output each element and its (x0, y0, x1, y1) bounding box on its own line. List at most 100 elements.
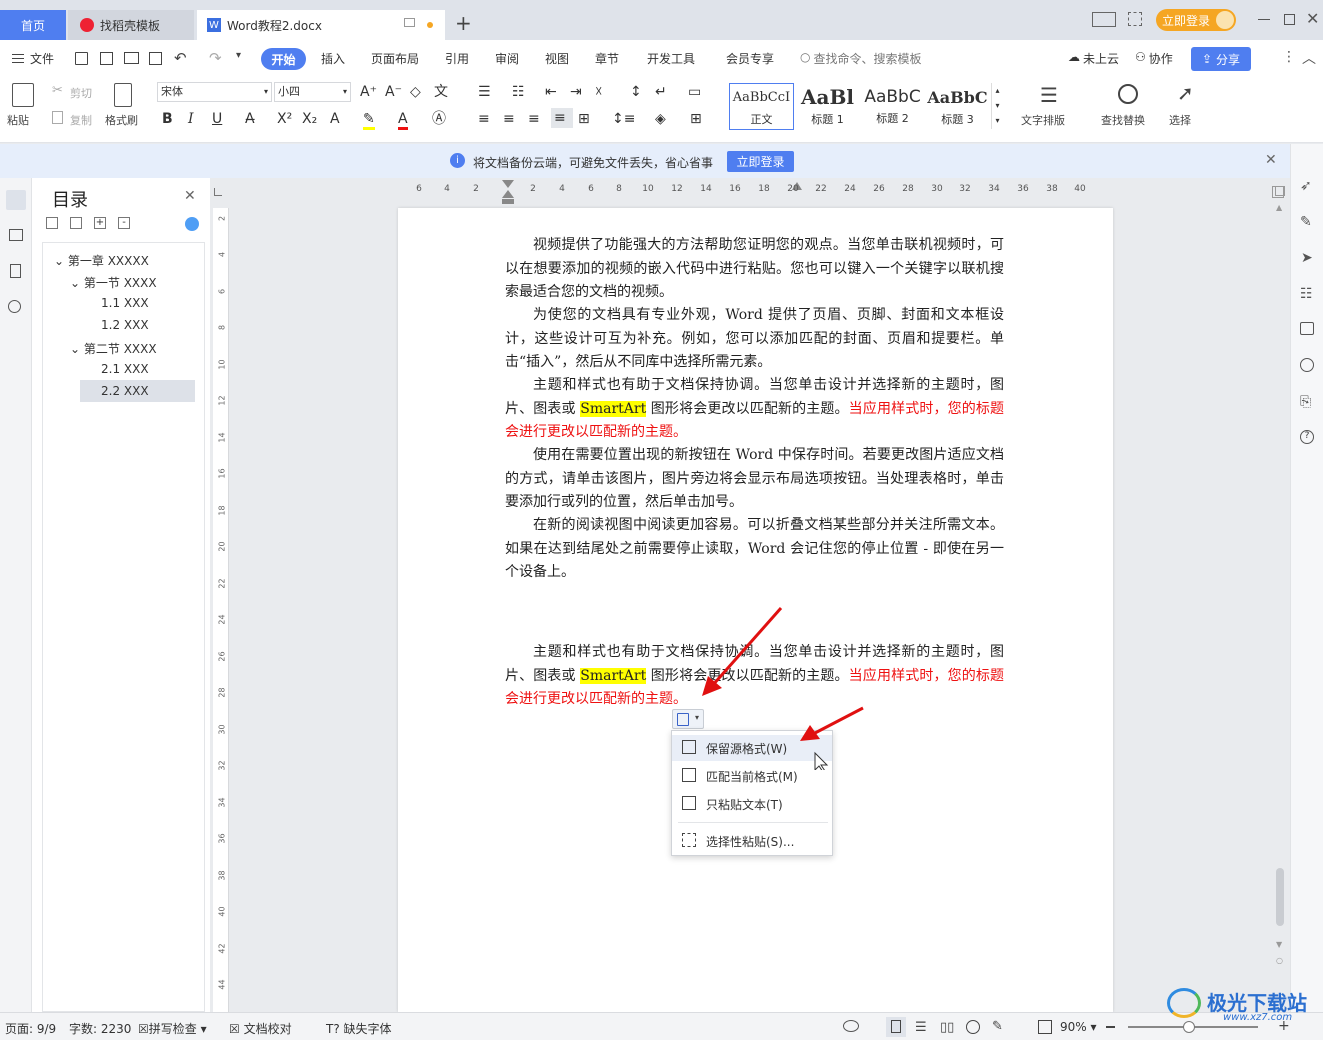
translate-icon[interactable] (1300, 358, 1314, 372)
line-spacing-icon[interactable]: ↕≡ (612, 111, 635, 127)
align-left-icon[interactable]: ≡ (478, 111, 490, 127)
show-marks-icon[interactable]: ↵ (655, 84, 667, 100)
style-heading2[interactable]: AaBbC 标题 2 (860, 83, 925, 130)
search-command[interactable]: ○ 查找命令、搜索模板 (800, 50, 922, 67)
style-normal[interactable]: AaBbCcI 正文 (729, 83, 794, 130)
tab-stop-icon[interactable]: ▭ (688, 84, 701, 100)
style-scroll-icon[interactable]: ▴ ▾ ▾ (991, 83, 1003, 129)
customize-icon[interactable]: ▾ (236, 50, 241, 61)
shading-icon[interactable]: ◈ (655, 111, 666, 127)
tab-home[interactable]: 首页 (0, 10, 66, 40)
clear-format-icon[interactable]: ◇ (410, 84, 421, 100)
select-button[interactable]: 选择 (1169, 112, 1191, 128)
print-preview-icon[interactable] (149, 52, 162, 65)
prev-page-icon[interactable]: ○ (1276, 956, 1283, 965)
login-button[interactable]: 立即登录 (1156, 9, 1236, 31)
paste-special-item[interactable]: 选择性粘贴(S)... (672, 828, 832, 854)
eye-protect-icon[interactable] (843, 1020, 859, 1032)
page-view-icon[interactable] (886, 1017, 906, 1037)
new-tab-button[interactable]: + (455, 12, 472, 34)
sliders-icon[interactable]: ☷ (1300, 286, 1313, 302)
close-icon[interactable]: ✕ (184, 188, 196, 204)
word-count[interactable]: 字数: 2230 (69, 1020, 131, 1037)
paste-text-only-item[interactable]: 只粘贴文本(T) (672, 791, 832, 817)
maximize-button[interactable] (1284, 14, 1295, 25)
close-button[interactable]: ✕ (1306, 9, 1319, 28)
italic-icon[interactable]: I (188, 111, 194, 127)
book-icon[interactable]: ⎘ (1300, 394, 1311, 410)
paragraph[interactable]: 主题和样式也有助于文档保持协调。当您单击设计并选择新的主题时，图片、图表或 Sm… (505, 374, 1004, 445)
expand-all-icon[interactable] (70, 217, 82, 229)
layout-icon[interactable] (1092, 12, 1116, 27)
strikethrough-icon[interactable]: A̶ (245, 111, 255, 127)
menu-start[interactable]: 开始 (261, 48, 306, 70)
toc-panel-icon[interactable] (6, 190, 26, 210)
style-heading1[interactable]: AaBl 标题 1 (795, 83, 860, 130)
scissors-icon[interactable]: ✂ (52, 83, 63, 98)
bookmark-icon[interactable] (10, 264, 21, 278)
font-name-select[interactable]: 宋体 ▾ (157, 82, 272, 102)
paragraph[interactable]: 为使您的文档具有专业外观，Word 提供了页眉、页脚、封面和文本框设计，这些设计… (505, 304, 1004, 375)
numbered-list-icon[interactable]: ☷ (512, 84, 525, 100)
paragraph[interactable]: 使用在需要位置出现的新按钮在 Word 中保存时间。若要更改图片适应文档的方式，… (505, 444, 1004, 515)
format-painter-icon[interactable] (114, 83, 132, 107)
align-center-icon[interactable]: ≡ (503, 111, 515, 127)
export-pdf-icon[interactable] (100, 52, 113, 65)
more-icon[interactable]: ⋮ (1282, 49, 1296, 65)
shrink-font-icon[interactable]: A⁻ (385, 84, 402, 100)
share-button[interactable]: ⇪ 分享 (1191, 47, 1251, 71)
highlight-icon[interactable]: ✎ (363, 111, 375, 130)
cursor-select-icon[interactable]: ➚ (1177, 81, 1194, 105)
fit-page-icon[interactable] (1038, 1020, 1052, 1034)
tab-document[interactable]: W Word教程2.docx (197, 10, 445, 40)
remove-heading-icon[interactable]: - (118, 217, 130, 229)
copy-icon[interactable] (52, 111, 63, 124)
underline-icon[interactable]: U (212, 111, 222, 127)
page-count[interactable]: 页面: 9/9 (5, 1020, 56, 1037)
cloud-status[interactable]: ☁ 未上云 (1068, 50, 1119, 67)
image-tool-icon[interactable] (1300, 322, 1314, 335)
superscript-icon[interactable]: X² (277, 111, 292, 127)
zoom-out-icon[interactable] (1106, 1026, 1115, 1028)
undo-icon[interactable]: ↶ (174, 49, 187, 67)
toc-item[interactable]: 1.2 XXX (101, 318, 149, 332)
align-right-icon[interactable]: ≡ (528, 111, 540, 127)
scroll-down-icon[interactable]: ▼ (1276, 940, 1282, 949)
bold-icon[interactable]: B (162, 111, 173, 127)
font-color-icon[interactable]: A (398, 111, 408, 130)
pen-icon[interactable]: ✎ (1300, 214, 1312, 230)
paste-clipboard-icon[interactable] (12, 83, 34, 107)
missing-font[interactable]: T? 缺失字体 (326, 1020, 392, 1037)
menu-chapter[interactable]: 章节 (595, 50, 619, 67)
rocket-icon[interactable]: ➶ (1300, 178, 1312, 194)
outline-view-icon[interactable]: ☰ (915, 1020, 927, 1035)
collapse-all-icon[interactable] (46, 217, 58, 229)
chinese-layout-icon[interactable]: ☓ (595, 84, 602, 100)
spell-check[interactable]: ☒拼写检查 ▾ (138, 1020, 207, 1037)
distribute-icon[interactable]: ⊞ (578, 111, 590, 127)
zoom-slider-thumb[interactable] (1183, 1021, 1195, 1033)
magnifier-icon[interactable] (1118, 84, 1138, 104)
text-layout-icon[interactable]: ☰ (1040, 83, 1058, 107)
menu-member[interactable]: 会员专享 (726, 50, 774, 67)
menu-reference[interactable]: 引用 (445, 50, 469, 67)
toc-item[interactable]: 2.1 XXX (101, 362, 149, 376)
toc-item[interactable]: 1.1 XXX (101, 296, 149, 310)
redo-icon[interactable]: ↷ (209, 49, 222, 67)
toc-item[interactable]: ⌄ 第一节 XXXX (70, 274, 157, 291)
font-size-select[interactable]: 小四 ▾ (274, 82, 351, 102)
justify-icon[interactable]: ≡ (551, 108, 573, 128)
phonetic-icon[interactable]: 文 (434, 84, 448, 100)
sort-icon[interactable]: ↕ (630, 84, 642, 100)
copy-button[interactable]: 复制 (70, 112, 92, 128)
horizontal-ruler[interactable]: 6 4 2 2 4 6 8 10 12 14 16 18 20 22 24 26… (214, 178, 1290, 208)
search-icon[interactable] (8, 300, 21, 313)
text-layout-button[interactable]: 文字排版 (1021, 112, 1065, 128)
grow-font-icon[interactable]: A⁺ (360, 84, 377, 100)
notice-login-button[interactable]: 立即登录 (727, 151, 794, 172)
hamburger-icon[interactable] (12, 54, 24, 63)
tab-selector-icon[interactable] (214, 188, 222, 196)
paste-button[interactable]: 粘贴 (7, 112, 29, 128)
scroll-thumb[interactable] (1276, 868, 1284, 926)
doc-proof[interactable]: ☒ 文档校对 (229, 1020, 292, 1037)
